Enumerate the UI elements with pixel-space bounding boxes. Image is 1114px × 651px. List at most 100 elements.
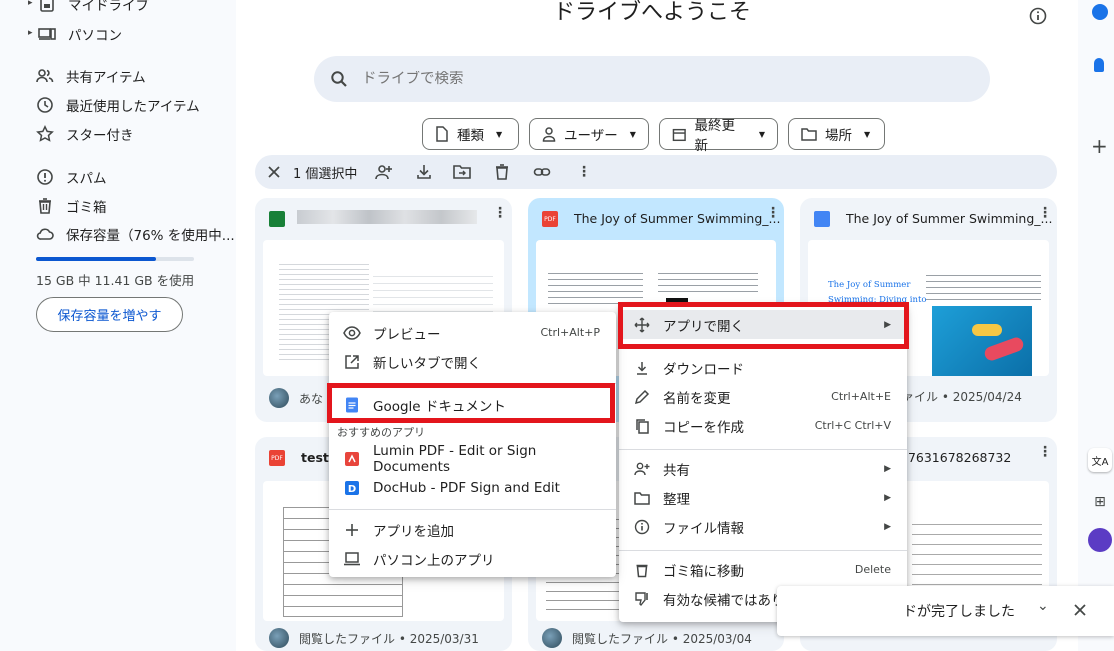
sidebar-item-label: スター付き xyxy=(66,128,134,144)
add-person-icon xyxy=(375,165,392,180)
move-folder-icon xyxy=(453,165,471,179)
expand-caret-icon[interactable]: ▸ xyxy=(28,0,33,8)
menu-item-open-new-tab[interactable]: 新しいタブで開く xyxy=(329,347,616,376)
info-icon[interactable] xyxy=(1028,6,1048,26)
dochub-icon: D xyxy=(343,479,361,497)
delete-button[interactable] xyxy=(493,163,511,181)
add-person-icon xyxy=(633,460,651,478)
side-panel: + 文A ⊞ xyxy=(1078,0,1114,651)
get-more-storage-button[interactable]: 保存容量を増やす xyxy=(36,297,183,332)
people-icon xyxy=(36,69,54,83)
folder-icon xyxy=(801,128,817,141)
menu-item-google-docs[interactable]: Google ドキュメント xyxy=(329,390,616,419)
sidebar-item-shared[interactable]: 共有アイテム xyxy=(36,63,146,89)
menu-item-share[interactable]: 共有 ▶ xyxy=(619,454,907,483)
menu-item-add-app[interactable]: アプリを追加 xyxy=(329,515,616,544)
card-footer: 閲覧したファイル • 2025/03/31 xyxy=(269,628,479,648)
sidebar: ▸ マイドライブ ▸ パソコン 共有アイテム 最近使用したアイテム スター付き … xyxy=(0,0,236,651)
contacts-icon[interactable] xyxy=(1094,58,1104,72)
assistant-icon[interactable] xyxy=(1088,528,1112,552)
menu-item-lumin-pdf[interactable]: Lumin PDF - Edit or Sign Documents xyxy=(329,443,616,475)
avatar xyxy=(269,628,289,648)
filter-modified-chip[interactable]: 最終更新 ▼ xyxy=(659,118,778,154)
shortcut-text: Ctrl+C Ctrl+V xyxy=(814,419,891,432)
calendar-icon xyxy=(672,128,686,141)
chevron-down-icon[interactable]: ⌄ xyxy=(1037,598,1049,614)
sidebar-item-trash[interactable]: ゴミ箱 xyxy=(36,193,107,219)
trash-icon xyxy=(39,198,51,214)
tasks-icon[interactable] xyxy=(1092,4,1108,20)
avatar xyxy=(269,388,289,408)
file-icon xyxy=(436,126,448,142)
translate-icon[interactable]: 文A xyxy=(1088,448,1112,472)
menu-item-open-with[interactable]: アプリで開く ▶ xyxy=(619,310,907,339)
menu-item-rename[interactable]: 名前を変更 Ctrl+Alt+E xyxy=(619,382,907,411)
more-actions-icon[interactable]: ⋮ xyxy=(577,164,591,180)
selection-count: 1 個選択中 xyxy=(293,166,358,182)
filter-type-chip[interactable]: 種類 ▼ xyxy=(422,118,519,150)
avatar xyxy=(542,628,562,648)
info-icon xyxy=(633,518,651,536)
download-button[interactable] xyxy=(415,163,433,181)
sidebar-item-storage[interactable]: 保存容量（76% を使用中... xyxy=(36,221,235,247)
chevron-right-icon: ▶ xyxy=(884,521,891,532)
more-options-icon[interactable]: ⋮ xyxy=(493,206,507,220)
card-footer-text: あな xyxy=(299,391,324,406)
sidebar-item-label: ゴミ箱 xyxy=(66,200,107,216)
chevron-down-icon: ▼ xyxy=(758,129,765,139)
sidebar-item-label: マイドライブ xyxy=(68,0,149,14)
sidebar-item-label: パソコン xyxy=(68,28,122,44)
filter-user-chip[interactable]: ユーザー ▼ xyxy=(529,118,649,150)
shortcut-text: Delete xyxy=(854,563,891,576)
clear-selection-button[interactable] xyxy=(265,163,283,181)
storage-bar-fill xyxy=(36,257,157,261)
card-footer: あな xyxy=(269,388,323,408)
chevron-right-icon: ▶ xyxy=(884,463,891,474)
sidebar-item-my-drive[interactable]: マイドライブ xyxy=(38,0,149,17)
close-icon[interactable] xyxy=(1073,603,1087,617)
sidebar-item-recent[interactable]: 最近使用したアイテム xyxy=(36,92,200,118)
menu-item-dochub[interactable]: D DocHub - PDF Sign and Edit xyxy=(329,473,616,502)
apps-icon[interactable]: ⊞ xyxy=(1088,490,1112,514)
recommended-apps-label: おすすめのアプリ xyxy=(337,426,425,439)
laptop-icon xyxy=(343,550,361,568)
more-options-icon[interactable]: ⋮ xyxy=(1038,445,1052,459)
menu-divider xyxy=(329,509,616,510)
menu-item-computer-apps[interactable]: パソコン上のアプリ xyxy=(329,544,616,573)
filter-modified-label: 最終更新 xyxy=(694,118,736,154)
edit-icon xyxy=(633,388,651,406)
sidebar-item-spam[interactable]: スパム xyxy=(36,164,107,190)
person-icon xyxy=(542,127,556,142)
card-title: The Joy of Summer Swimming_... xyxy=(846,211,1053,226)
expand-caret-icon[interactable]: ▸ xyxy=(28,28,33,38)
menu-item-label: アプリで開く xyxy=(663,318,744,335)
menu-item-label: 新しいタブで開く xyxy=(373,355,481,372)
storage-usage-text: 15 GB 中 11.41 GB を使用 xyxy=(36,273,195,288)
menu-item-label: 整理 xyxy=(663,491,690,508)
sidebar-item-starred[interactable]: スター付き xyxy=(36,121,134,147)
sidebar-item-label: スパム xyxy=(66,171,107,187)
sidebar-item-computers[interactable]: パソコン xyxy=(38,21,122,47)
add-addon-icon[interactable]: + xyxy=(1091,134,1108,158)
menu-item-copy[interactable]: コピーを作成 Ctrl+C Ctrl+V xyxy=(619,411,907,440)
share-button[interactable] xyxy=(375,163,393,181)
copy-link-button[interactable] xyxy=(533,163,551,181)
folder-open-icon xyxy=(633,489,651,507)
search-input[interactable] xyxy=(362,71,922,87)
filter-location-chip[interactable]: 場所 ▼ xyxy=(788,118,885,150)
chevron-right-icon: ▶ xyxy=(884,319,891,330)
menu-item-download[interactable]: ダウンロード xyxy=(619,353,907,382)
menu-item-file-info[interactable]: ファイル情報 ▶ xyxy=(619,512,907,541)
menu-item-preview[interactable]: プレビュー Ctrl+Alt+P xyxy=(329,318,616,347)
search-bar[interactable] xyxy=(314,56,990,102)
menu-item-move-to-trash[interactable]: ゴミ箱に移動 Delete xyxy=(619,555,907,584)
menu-item-label: コピーを作成 xyxy=(663,419,744,436)
menu-item-organize[interactable]: 整理 ▶ xyxy=(619,483,907,512)
menu-divider xyxy=(329,383,616,384)
menu-item-label: DocHub - PDF Sign and Edit xyxy=(373,479,560,496)
shortcut-text: Ctrl+Alt+P xyxy=(540,326,600,339)
more-options-icon[interactable]: ⋮ xyxy=(1038,206,1052,220)
move-button[interactable] xyxy=(453,163,471,181)
plus-icon xyxy=(343,521,361,539)
more-options-icon[interactable]: ⋮ xyxy=(766,206,780,220)
